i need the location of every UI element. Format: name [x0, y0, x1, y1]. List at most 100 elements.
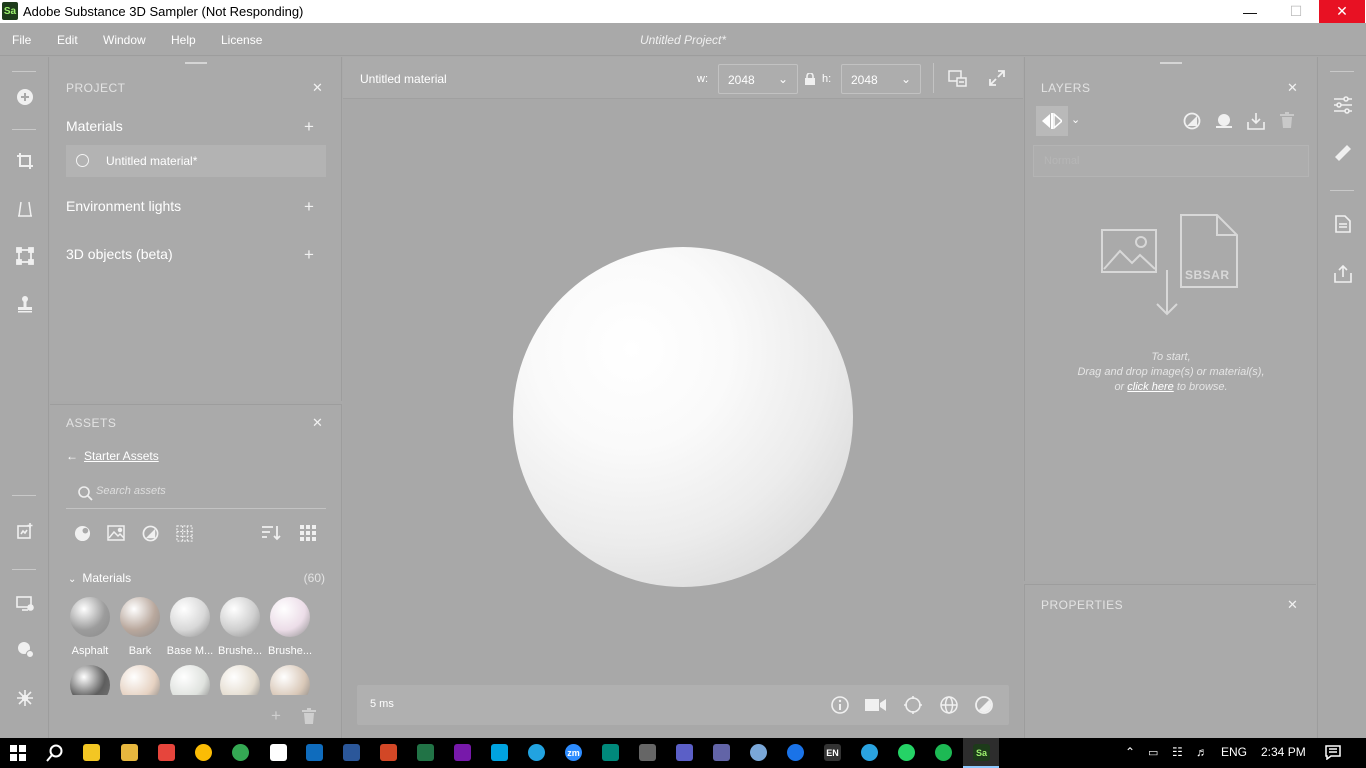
add-3d-object-icon[interactable]: + [304, 246, 314, 263]
close-project-panel-icon[interactable]: ✕ [312, 80, 323, 96]
app-icon[interactable] [491, 744, 508, 761]
atlas-filter-icon[interactable] [174, 523, 194, 543]
spotify-icon[interactable] [935, 744, 952, 761]
starter-assets-back-link[interactable]: ← Starter Assets [66, 449, 159, 463]
grid-view-icon[interactable] [298, 523, 318, 543]
language-app-icon[interactable]: EN [824, 744, 841, 761]
asset-search-input[interactable] [96, 485, 316, 497]
meet-icon[interactable] [602, 744, 619, 761]
onenote-icon[interactable] [454, 744, 471, 761]
materials-category-toggle[interactable]: ⌄ Materials [68, 571, 131, 585]
trash-icon[interactable] [302, 708, 316, 729]
telegram-icon[interactable] [861, 744, 878, 761]
camera-icon[interactable] [865, 694, 887, 716]
whatsapp-icon[interactable] [898, 744, 915, 761]
asset-thumb[interactable] [270, 665, 310, 695]
battery-icon[interactable]: ▭ [1148, 746, 1158, 759]
environment-lights-section-label[interactable]: Environment lights [66, 198, 181, 214]
asset-thumb[interactable] [170, 665, 210, 695]
chrome-icon[interactable] [195, 744, 212, 761]
export-icon[interactable] [1332, 263, 1354, 285]
minimize-button[interactable]: — [1227, 0, 1273, 23]
panel-drag-handle[interactable] [1160, 62, 1182, 64]
filter-filter-icon[interactable] [140, 523, 160, 543]
powerpoint-icon[interactable] [380, 744, 397, 761]
atlas-icon[interactable] [14, 638, 36, 660]
nodes-icon[interactable] [14, 687, 36, 709]
add-circle-icon[interactable] [14, 86, 36, 108]
notification-icon[interactable] [1325, 745, 1341, 765]
environment-globe-icon[interactable] [938, 694, 960, 716]
asset-thumb[interactable] [220, 665, 260, 695]
clone-stamp-icon[interactable] [14, 293, 36, 315]
sampler-taskbar-button[interactable]: Sa [963, 738, 999, 768]
delete-layer-icon[interactable] [1280, 112, 1294, 133]
asset-thumb-base-material[interactable] [170, 597, 210, 637]
wifi-icon[interactable]: ☷ [1172, 745, 1183, 759]
close-assets-panel-icon[interactable]: ✕ [312, 415, 323, 431]
asset-search-box[interactable] [66, 479, 326, 509]
lock-icon[interactable] [805, 72, 815, 90]
asset-thumb[interactable] [120, 665, 160, 695]
material-preview-sphere[interactable] [513, 247, 853, 587]
add-material-layer-icon[interactable] [1215, 112, 1233, 135]
file-explorer-icon[interactable] [121, 744, 138, 761]
windows-start-icon[interactable] [10, 745, 26, 766]
word-icon[interactable] [343, 744, 360, 761]
fullscreen-icon[interactable] [989, 70, 1005, 91]
maximize-button[interactable]: ☐ [1273, 0, 1319, 23]
document-icon[interactable] [1332, 213, 1354, 235]
asset-thumb-bark[interactable] [120, 597, 160, 637]
app-icon[interactable] [713, 744, 730, 761]
screen-capture-icon[interactable] [14, 592, 36, 614]
compare-layers-button[interactable] [1036, 106, 1068, 136]
width-dropdown[interactable]: 2048 ⌄ [718, 64, 798, 94]
click-here-link[interactable]: click here [1127, 381, 1173, 393]
excel-icon[interactable] [417, 744, 434, 761]
project-material-item[interactable]: Untitled material* [66, 145, 326, 177]
zoom-icon[interactable]: zm [565, 744, 582, 761]
chrome-icon[interactable] [232, 744, 249, 761]
asset-thumb-brushed-2[interactable] [270, 597, 310, 637]
app-icon[interactable] [676, 744, 693, 761]
app-icon[interactable] [750, 744, 767, 761]
language-indicator[interactable]: ENG [1221, 745, 1247, 759]
image-filter-icon[interactable] [106, 523, 126, 543]
volume-icon[interactable]: ♬ [1196, 745, 1208, 759]
measure-ruler-icon[interactable] [1332, 142, 1354, 164]
chevron-down-icon[interactable]: ⌄ [1071, 113, 1080, 126]
store-icon[interactable] [83, 744, 100, 761]
panel-drag-handle[interactable] [185, 62, 207, 64]
lighting-settings-icon[interactable] [902, 694, 924, 716]
clock-time[interactable]: 2:34 PM [1261, 745, 1306, 759]
close-layers-panel-icon[interactable]: ✕ [1287, 80, 1298, 96]
import-icon[interactable] [1247, 112, 1265, 135]
asset-thumb-asphalt[interactable] [70, 597, 110, 637]
add-material-icon[interactable]: + [304, 118, 314, 135]
height-dropdown[interactable]: 2048 ⌄ [841, 64, 921, 94]
image-to-material-icon[interactable] [14, 520, 36, 542]
blend-mode-dropdown[interactable]: Normal [1033, 145, 1309, 177]
adjustments-icon[interactable] [1332, 94, 1354, 116]
material-shading-icon[interactable] [973, 694, 995, 716]
sort-icon[interactable] [261, 523, 281, 543]
close-window-button[interactable]: ✕ [1319, 0, 1365, 23]
3d-objects-section-label[interactable]: 3D objects (beta) [66, 246, 173, 262]
crop-icon[interactable] [14, 150, 36, 172]
asset-thumb[interactable] [70, 665, 110, 695]
outlook-icon[interactable] [306, 744, 323, 761]
add-filter-icon[interactable] [1183, 112, 1201, 135]
notion-icon[interactable] [270, 744, 287, 761]
info-icon[interactable] [829, 694, 851, 716]
search-icon[interactable] [46, 744, 64, 767]
close-properties-panel-icon[interactable]: ✕ [1287, 597, 1298, 613]
app-icon[interactable] [639, 744, 656, 761]
add-environment-light-icon[interactable]: + [304, 198, 314, 215]
chevron-up-icon[interactable]: ⌃ [1125, 745, 1135, 759]
material-filter-icon[interactable] [72, 523, 92, 543]
transform-icon[interactable] [14, 245, 36, 267]
perspective-icon[interactable] [14, 198, 36, 220]
app-icon[interactable] [528, 744, 545, 761]
app-icon[interactable] [787, 744, 804, 761]
add-asset-icon[interactable]: + [271, 707, 281, 724]
